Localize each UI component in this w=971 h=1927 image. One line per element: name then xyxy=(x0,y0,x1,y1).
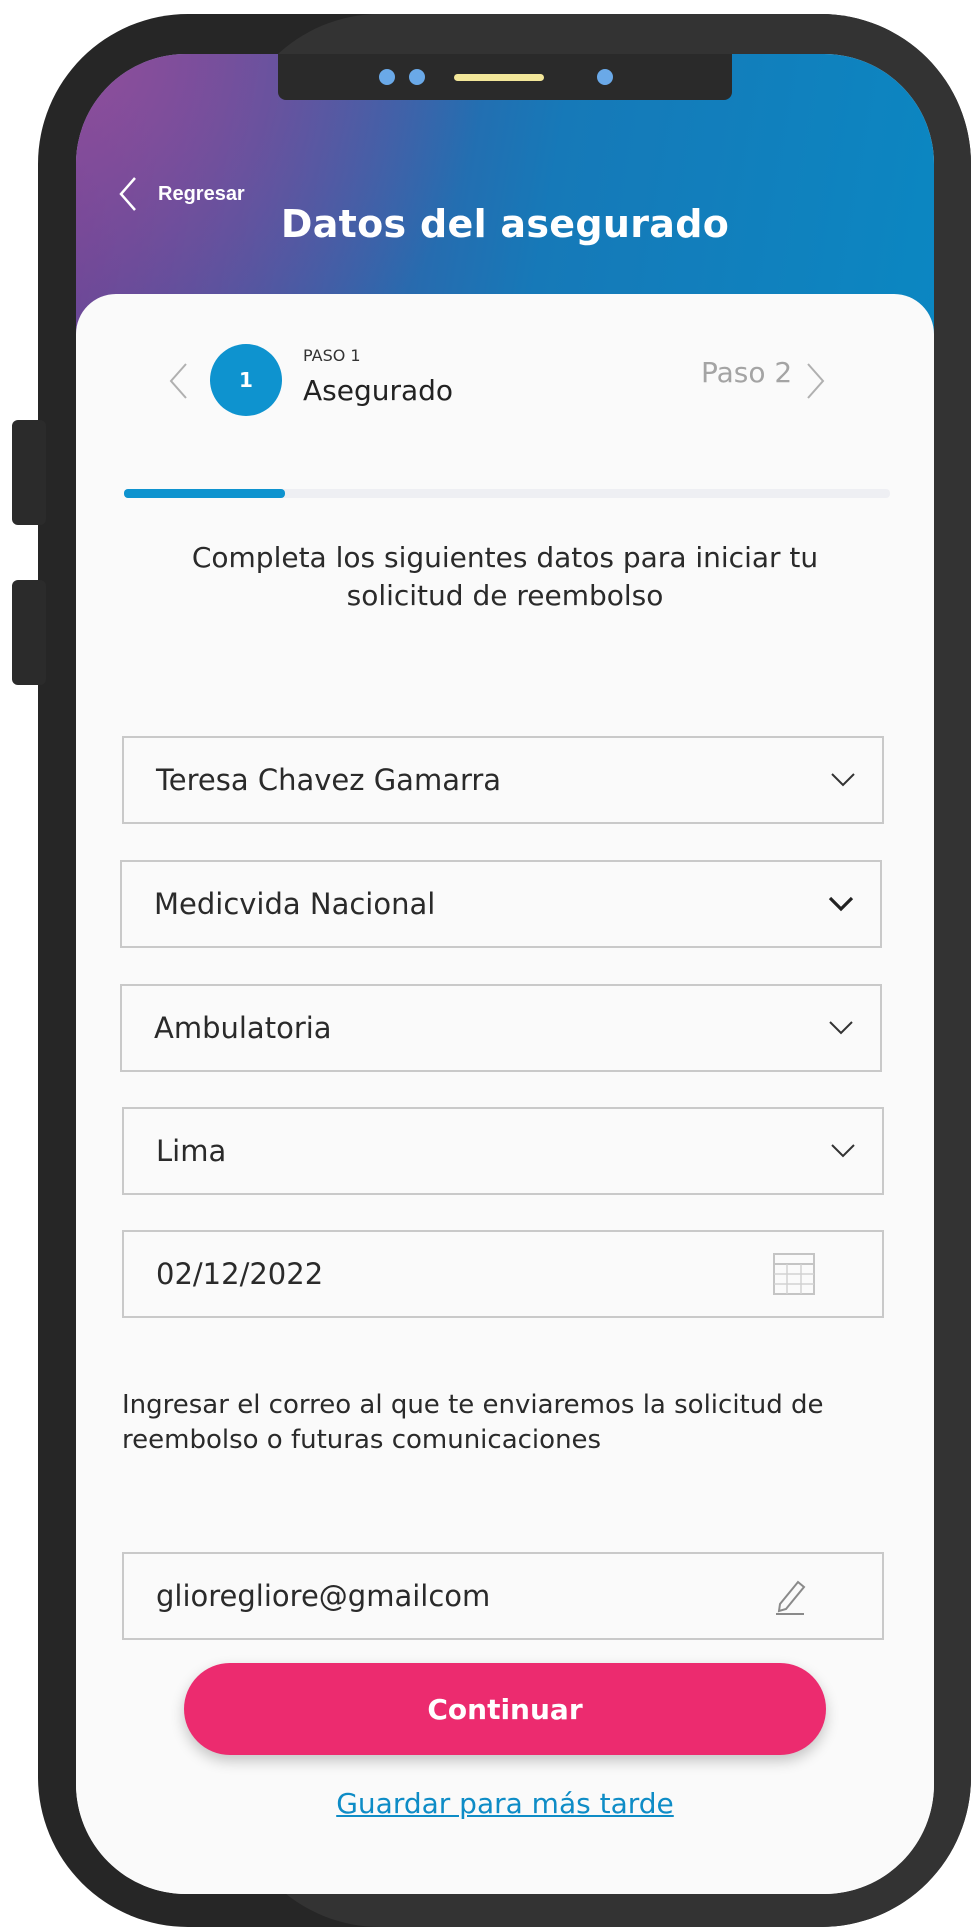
step-number-badge: 1 xyxy=(210,344,282,416)
phone-notch xyxy=(278,54,732,100)
plan-select[interactable]: Medicvida Nacional xyxy=(120,860,882,948)
city-select[interactable]: Lima xyxy=(122,1107,884,1195)
date-value: 02/12/2022 xyxy=(156,1257,324,1291)
care-type-select[interactable]: Ambulatoria xyxy=(120,984,882,1072)
email-instructions: Ingresar el correo al que te enviaremos … xyxy=(122,1390,824,1455)
insured-value: Teresa Chavez Gamarra xyxy=(156,763,502,797)
insured-select[interactable]: Teresa Chavez Gamarra xyxy=(122,736,884,824)
chevron-right-icon[interactable] xyxy=(806,362,826,400)
content-card: 1 PASO 1 Asegurado Paso 2 Completa los s… xyxy=(76,294,934,1894)
step-caption: PASO 1 xyxy=(303,346,361,365)
step-progress-fill xyxy=(124,489,285,498)
step-progress-bar xyxy=(124,489,890,498)
stepper: 1 PASO 1 Asegurado Paso 2 xyxy=(76,334,934,498)
phone-side-button-lower xyxy=(12,580,46,685)
city-value: Lima xyxy=(156,1134,227,1168)
chevron-down-icon xyxy=(831,1144,855,1158)
care-type-value: Ambulatoria xyxy=(154,1011,332,1045)
email-field[interactable]: glioregliore@gmailcom xyxy=(122,1552,884,1640)
email-value: glioregliore@gmailcom xyxy=(156,1579,491,1613)
save-for-later-link[interactable]: Guardar para más tarde xyxy=(76,1787,934,1820)
speaker-bar xyxy=(454,74,544,81)
sensor-dot xyxy=(594,66,616,88)
phone-screen: Regresar Datos del asegurado 1 PASO 1 As… xyxy=(76,54,934,1894)
date-field[interactable]: 02/12/2022 xyxy=(122,1230,884,1318)
camera-dot xyxy=(406,66,428,88)
page-title: Datos del asegurado xyxy=(280,202,730,246)
phone-side-button-upper xyxy=(12,420,46,525)
plan-value: Medicvida Nacional xyxy=(154,887,436,921)
pencil-icon[interactable] xyxy=(772,1576,808,1616)
calendar-icon[interactable] xyxy=(772,1252,816,1296)
camera-dot xyxy=(376,66,398,88)
step-label: Asegurado xyxy=(303,374,454,407)
chevron-left-icon[interactable] xyxy=(168,362,188,400)
continue-button[interactable]: Continuar xyxy=(184,1663,826,1755)
form-intro: Completa los siguientes datos para inici… xyxy=(191,541,819,612)
chevron-down-icon xyxy=(829,1021,853,1035)
chevron-down-icon xyxy=(828,896,854,912)
chevron-down-icon xyxy=(831,773,855,787)
next-step-label[interactable]: Paso 2 xyxy=(701,356,792,389)
